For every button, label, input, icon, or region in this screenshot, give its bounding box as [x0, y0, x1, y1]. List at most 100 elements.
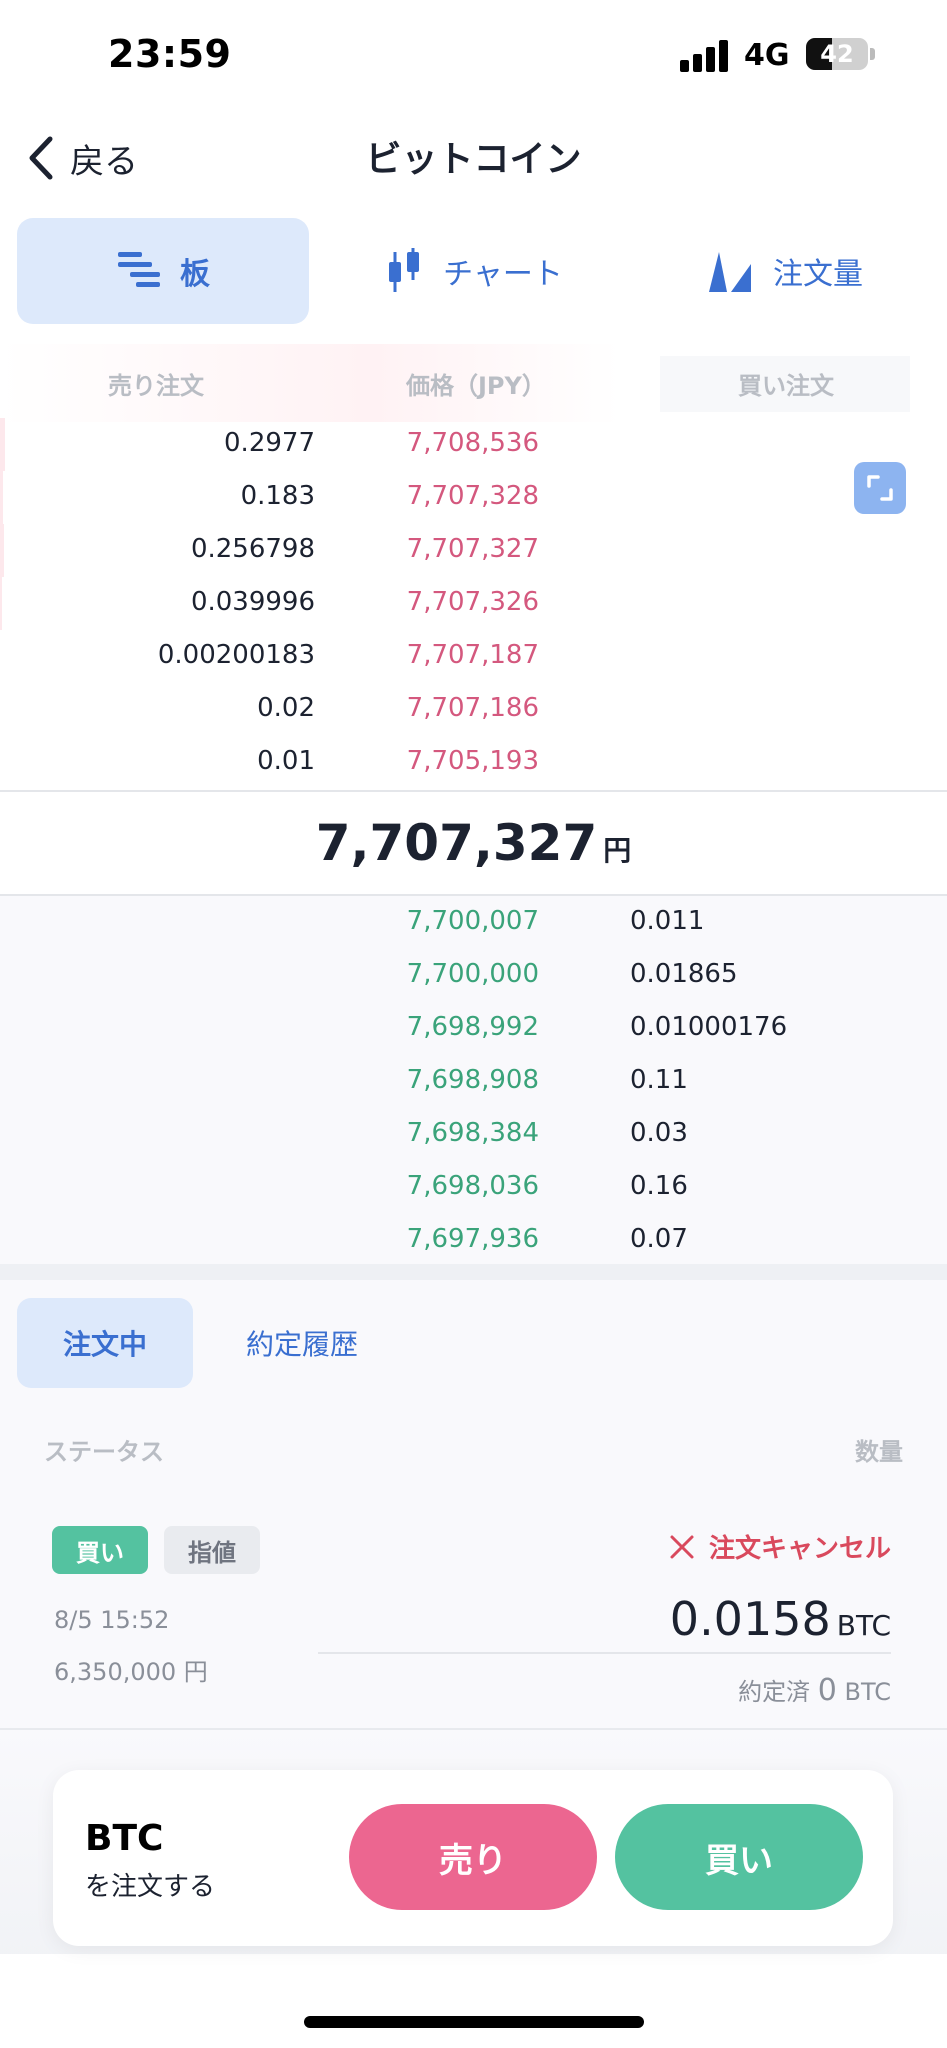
bid-qty: 0.11: [630, 1065, 688, 1095]
bid-row[interactable]: 7,698,908 0.11: [0, 1055, 947, 1108]
bid-price: 7,700,000: [406, 959, 539, 989]
tab-volume-label: 注文量: [773, 257, 863, 292]
ask-price: 7,705,193: [406, 746, 539, 776]
bottom-safe-area: [0, 1954, 947, 2048]
expand-icon: [867, 475, 893, 501]
bid-row[interactable]: 7,700,000 0.01865: [0, 949, 947, 1002]
tab-open-orders[interactable]: 注文中: [17, 1298, 193, 1388]
current-price-bar: 7,707,327 円: [0, 790, 947, 896]
bid-qty: 0.03: [630, 1118, 688, 1148]
bid-row[interactable]: 7,698,036 0.16: [0, 1161, 947, 1214]
order-price: 6,350,000 円: [54, 1658, 208, 1686]
sell-orders-header: 売り注文: [108, 372, 204, 400]
nav-bar: 戻る ビットコイン: [0, 110, 947, 210]
ask-qty: 0.039996: [190, 587, 315, 617]
ask-price: 7,707,327: [406, 534, 539, 564]
candlestick-icon: [389, 248, 420, 292]
filled-value: 0: [817, 1673, 837, 1708]
bid-qty: 0.01865: [630, 959, 738, 989]
bid-price: 7,698,036: [406, 1171, 539, 1201]
ask-row[interactable]: 0.02 7,707,186: [0, 683, 947, 736]
ask-price: 7,708,536: [406, 428, 539, 458]
ask-qty: 0.00200183: [157, 640, 315, 670]
bid-price: 7,698,384: [406, 1118, 539, 1148]
order-book-icon: [118, 252, 160, 287]
status-bar: 23:59 4G 42: [0, 0, 947, 110]
ask-qty: 0.01: [257, 746, 315, 776]
ask-row[interactable]: 0.2977 7,708,536: [0, 418, 947, 471]
section-divider: [0, 1264, 947, 1280]
signal-icon: [680, 40, 732, 72]
depth-bar: [0, 577, 2, 630]
ask-qty: 0.02: [257, 693, 315, 723]
bid-qty: 0.01000176: [630, 1012, 788, 1042]
order-quantity: 0.0158 BTC: [670, 1592, 891, 1646]
depth-bar: [0, 418, 5, 471]
buy-button[interactable]: 買い: [615, 1804, 863, 1910]
bid-row[interactable]: 7,698,384 0.03: [0, 1108, 947, 1161]
filled-label: 約定済: [738, 1678, 811, 1706]
ask-row[interactable]: 0.01 7,705,193: [0, 736, 947, 789]
ask-row[interactable]: 0.00200183 7,707,187: [0, 630, 947, 683]
cancel-order-label: 注文キャンセル: [708, 1534, 891, 1564]
view-tabs: 板 チャート 注文量: [0, 218, 947, 326]
bid-qty: 0.16: [630, 1171, 688, 1201]
close-icon: [670, 1535, 694, 1558]
tab-trade-history[interactable]: 約定履歴: [214, 1298, 390, 1388]
bid-price: 7,698,992: [406, 1012, 539, 1042]
status-column-header: ステータス: [44, 1438, 164, 1466]
status-time: 23:59: [108, 32, 232, 76]
price-header: 価格（JPY）: [406, 372, 546, 400]
battery-icon: 42: [806, 38, 868, 70]
bid-price: 7,697,936: [406, 1224, 539, 1254]
bid-price: 7,700,007: [406, 906, 539, 936]
filled-unit: BTC: [844, 1678, 891, 1706]
ask-row[interactable]: 0.256798 7,707,327: [0, 524, 947, 577]
volume-icon: [709, 252, 751, 292]
ask-row[interactable]: 0.039996 7,707,326: [0, 577, 947, 630]
ask-price: 7,707,187: [406, 640, 539, 670]
order-panel: BTC を注文する 売り 買い: [53, 1770, 893, 1946]
tab-chart[interactable]: チャート: [328, 218, 620, 324]
page-title: ビットコイン: [365, 139, 582, 180]
cancel-order-button[interactable]: 注文キャンセル: [669, 1528, 891, 1565]
battery-level: 42: [820, 40, 854, 68]
ask-price: 7,707,326: [406, 587, 539, 617]
bid-price: 7,698,908: [406, 1065, 539, 1095]
ask-qty: 0.256798: [190, 534, 315, 564]
depth-bar: [0, 524, 4, 577]
side-badge: 買い: [52, 1526, 148, 1574]
bid-row[interactable]: 7,700,007 0.011: [0, 896, 947, 949]
network-type: 4G: [744, 38, 790, 73]
ask-price: 7,707,186: [406, 693, 539, 723]
current-price-unit: 円: [603, 834, 632, 867]
bid-qty: 0.07: [630, 1224, 688, 1254]
tab-order-book-label: 板: [180, 257, 210, 292]
ask-qty: 0.2977: [224, 428, 315, 458]
panel-symbol: BTC: [85, 1818, 164, 1859]
bid-row[interactable]: 7,697,936 0.07: [0, 1214, 947, 1267]
bid-row[interactable]: 7,698,992 0.01000176: [0, 1002, 947, 1055]
tab-chart-label: チャート: [443, 257, 563, 292]
depth-bar: [0, 471, 3, 524]
order-divider: [318, 1652, 891, 1654]
bid-qty: 0.011: [630, 906, 705, 936]
ask-row[interactable]: 0.183 7,707,328: [0, 471, 947, 524]
expand-button[interactable]: [854, 462, 906, 514]
current-price: 7,707,327 円: [0, 814, 947, 872]
quantity-column-header: 数量: [855, 1438, 903, 1466]
order-quantity-value: 0.0158: [669, 1592, 831, 1646]
order-book-header: 売り注文 価格（JPY） 買い注文: [0, 344, 947, 422]
ask-qty: 0.183: [240, 481, 315, 511]
ask-price: 7,707,328: [406, 481, 539, 511]
tab-order-book[interactable]: 板: [17, 218, 309, 324]
order-type-badge: 指値: [164, 1526, 260, 1574]
tab-volume[interactable]: 注文量: [638, 218, 930, 324]
panel-subtitle: を注文する: [85, 1872, 216, 1902]
sell-button[interactable]: 売り: [349, 1804, 597, 1910]
battery-cap: [870, 48, 875, 60]
buy-orders-header: 買い注文: [738, 372, 834, 400]
home-indicator: [304, 2016, 644, 2028]
order-date: 8/5 15:52: [54, 1606, 170, 1634]
filled-amount: 約定済 0 BTC: [738, 1672, 891, 1708]
